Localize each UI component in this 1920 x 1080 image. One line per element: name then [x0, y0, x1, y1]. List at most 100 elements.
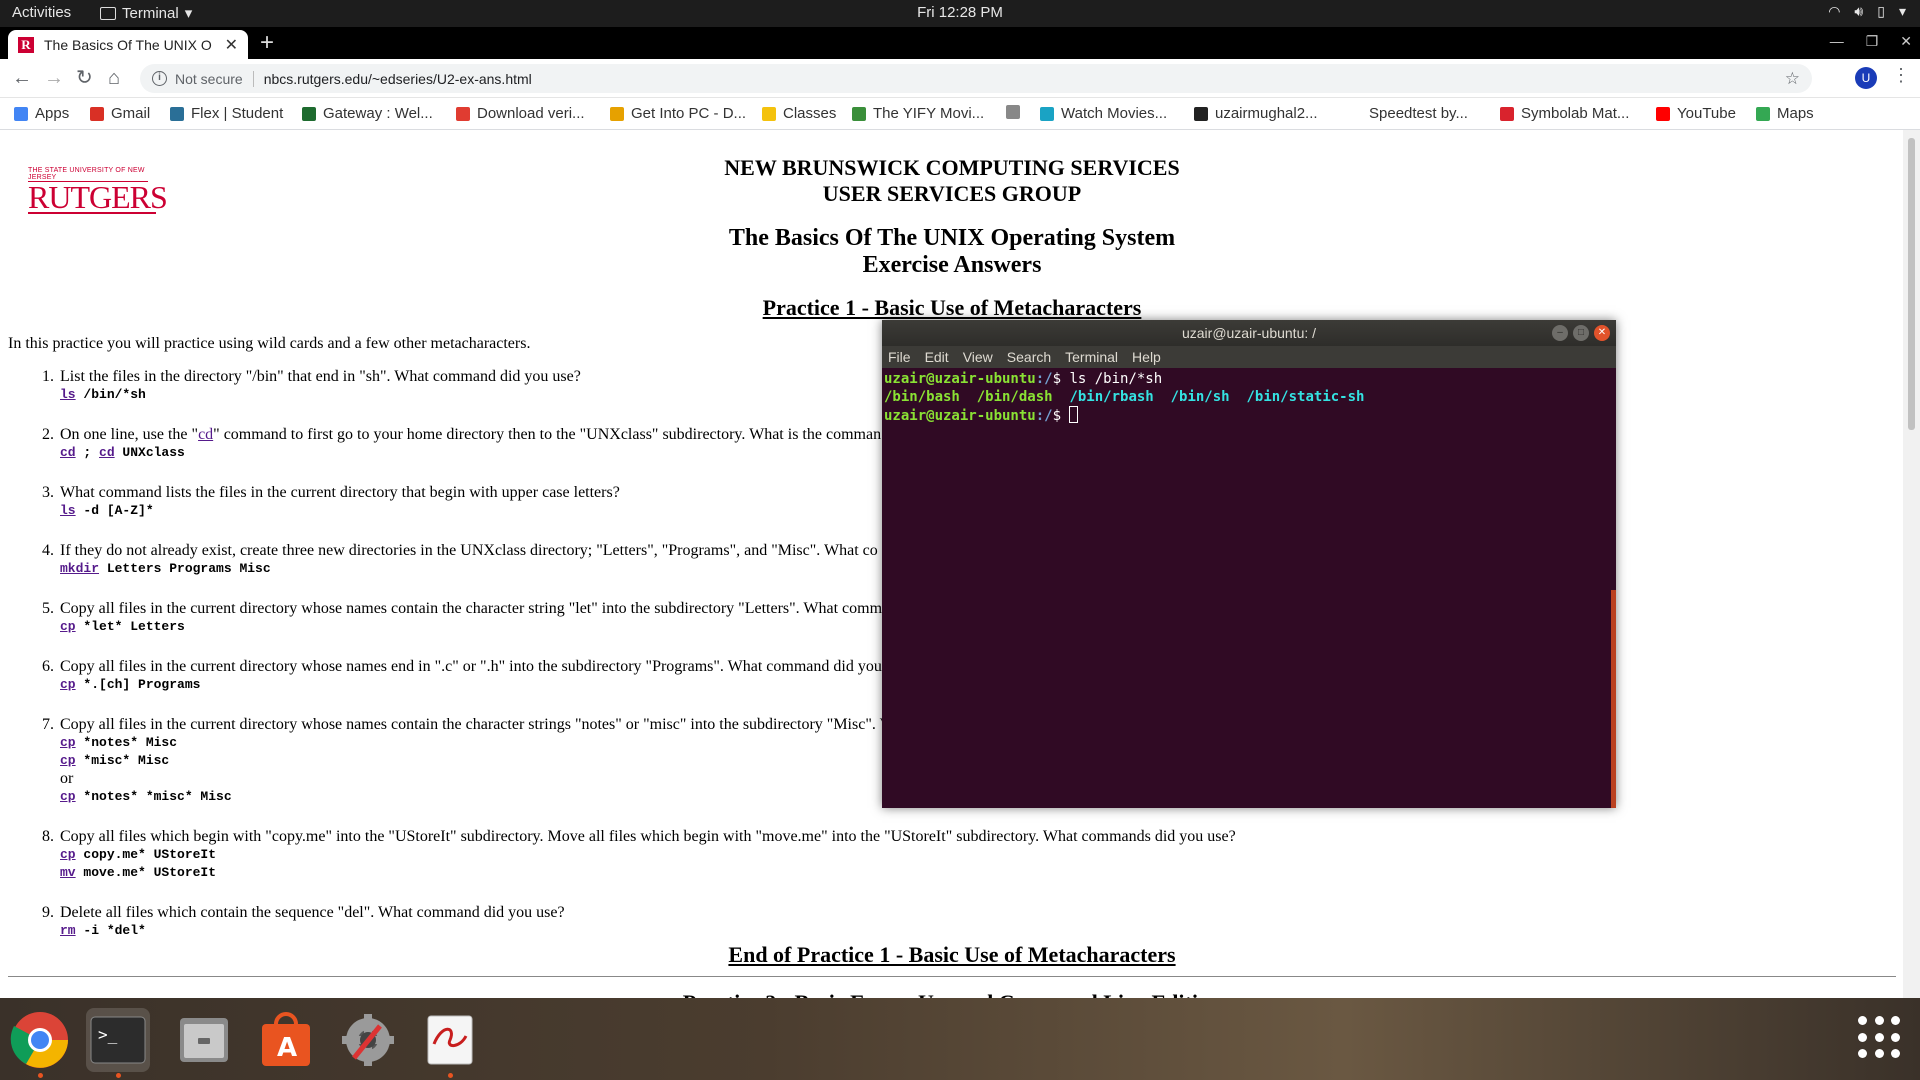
cd-link[interactable]: cd: [99, 445, 115, 460]
rutgers-favicon-icon: R: [18, 36, 34, 53]
minimize-icon[interactable]: –: [1552, 325, 1568, 341]
terminal-command: ls /bin/*sh: [1069, 371, 1163, 387]
mv-link[interactable]: mv: [60, 865, 76, 880]
battery-icon: ▯: [1877, 3, 1885, 19]
bookmark-gmail[interactable]: Gmail: [90, 105, 150, 122]
folder-icon: [762, 106, 776, 121]
volume-icon: 🔊︎: [1854, 3, 1864, 19]
bookmark-yify[interactable]: The YIFY Movi...: [852, 105, 984, 122]
answer-command: cp copy.me* UStoreIt: [60, 847, 217, 862]
menu-terminal[interactable]: Terminal: [1065, 346, 1118, 368]
back-icon[interactable]: ←: [12, 66, 32, 90]
close-window-icon[interactable]: ✕: [1900, 33, 1912, 50]
text-cursor: [1069, 406, 1079, 423]
ls-link[interactable]: ls: [60, 503, 76, 518]
mkdir-link[interactable]: mkdir: [60, 561, 99, 576]
bookmark-download[interactable]: Download veri...: [456, 105, 585, 122]
terminal-app-icon: [100, 6, 116, 20]
cd-link[interactable]: cd: [60, 445, 76, 460]
url-text[interactable]: nbcs.rutgers.edu/~edseries/U2-ex-ans.htm…: [264, 71, 1785, 87]
files-icon[interactable]: [172, 1008, 236, 1072]
practice-heading: Practice 1 - Basic Use of Metacharacters: [762, 295, 1142, 320]
bookmark-getintopc[interactable]: Get Into PC - D...: [610, 105, 746, 122]
divider: [252, 70, 254, 87]
new-tab-button[interactable]: +: [260, 31, 274, 55]
terminal-window[interactable]: uzair@uzair-ubuntu: / – □ ✕ File Edit Vi…: [882, 320, 1616, 808]
bookmark-youtube[interactable]: YouTube: [1656, 105, 1736, 122]
bookmark-gateway[interactable]: Gateway : Wel...: [302, 105, 433, 122]
divider: [8, 976, 1896, 977]
bookmark-maps[interactable]: Maps: [1756, 105, 1814, 122]
settings-icon[interactable]: [336, 1008, 400, 1072]
bookmark-unnamed[interactable]: [1006, 105, 1020, 119]
profile-avatar[interactable]: U: [1855, 67, 1877, 89]
tab-title: The Basics Of The UNIX O: [44, 36, 212, 53]
running-indicator: [38, 1073, 43, 1078]
activities-button[interactable]: Activities: [12, 4, 71, 21]
wifi-icon: ◠: [1828, 3, 1841, 19]
gnome-top-bar: Activities Terminal ▾ Fri 12:28 PM ◠ 🔊︎ …: [0, 0, 1920, 27]
rm-link[interactable]: rm: [60, 923, 76, 938]
terminal-icon[interactable]: >_: [86, 1008, 150, 1078]
menu-view[interactable]: View: [963, 346, 993, 368]
bookmark-flex[interactable]: Flex | Student: [170, 105, 283, 122]
address-bar[interactable]: i Not secure nbcs.rutgers.edu/~edseries/…: [140, 64, 1812, 93]
browser-tab[interactable]: R The Basics Of The UNIX O ✕: [8, 30, 248, 59]
terminal-scrollbar[interactable]: [1611, 590, 1616, 808]
reload-icon[interactable]: ↻: [76, 66, 93, 90]
bookmark-symbolab[interactable]: Symbolab Mat...: [1500, 105, 1629, 122]
cp-link[interactable]: cp: [60, 847, 76, 862]
cp-link[interactable]: cp: [60, 789, 76, 804]
symbolab-icon: [1500, 106, 1514, 121]
close-icon[interactable]: ✕: [1594, 325, 1610, 341]
apps-grid-icon: [14, 106, 28, 121]
home-icon[interactable]: ⌂: [108, 66, 120, 90]
list-item: 8. Copy all files which begin with "copy…: [42, 828, 1860, 882]
browser-toolbar: ← → ↻ ⌂ i Not secure nbcs.rutgers.edu/~e…: [0, 59, 1920, 98]
bookmark-speedtest[interactable]: Speedtest by...: [1348, 105, 1468, 122]
ls-link[interactable]: ls: [60, 387, 76, 402]
forward-icon[interactable]: →: [44, 66, 64, 90]
menu-help[interactable]: Help: [1132, 346, 1161, 368]
terminal-output[interactable]: uzair@uzair-ubuntu:/$ ls /bin/*sh /bin/b…: [882, 368, 1616, 427]
maximize-icon[interactable]: □: [1573, 325, 1589, 341]
chrome-icon[interactable]: [8, 1008, 72, 1078]
scrollbar-thumb[interactable]: [1908, 138, 1915, 430]
terminal-line: uzair@uzair-ubuntu:/$ ls /bin/*sh: [884, 371, 1163, 387]
app-menu[interactable]: Terminal ▾: [100, 4, 192, 22]
bookmark-apps[interactable]: Apps: [14, 105, 69, 122]
page-title: The Basics Of The UNIX Operating System …: [728, 225, 1176, 278]
gmail-icon: [90, 106, 104, 121]
restore-icon[interactable]: ❐: [1866, 33, 1879, 50]
cp-link[interactable]: cp: [60, 753, 76, 768]
bookmark-star-icon[interactable]: ☆: [1785, 69, 1800, 89]
more-menu-icon[interactable]: ⋮: [1892, 65, 1910, 86]
terminal-titlebar[interactable]: uzair@uzair-ubuntu: / – □ ✕: [882, 320, 1616, 346]
minimize-icon[interactable]: —: [1830, 33, 1844, 50]
menu-file[interactable]: File: [888, 346, 911, 368]
clock[interactable]: Fri 12:28 PM: [917, 4, 1003, 21]
text-editor-icon[interactable]: [418, 1008, 482, 1078]
bookmark-github[interactable]: uzairmughal2...: [1194, 105, 1318, 122]
running-indicator: [448, 1073, 453, 1078]
bookmark-watch-movies[interactable]: Watch Movies...: [1040, 105, 1167, 122]
bookmark-classes[interactable]: Classes: [762, 105, 836, 122]
system-tray[interactable]: ◠ 🔊︎ ▯ ▾: [1828, 3, 1906, 20]
cp-link[interactable]: cp: [60, 677, 76, 692]
cd-link[interactable]: cd: [198, 426, 213, 443]
cp-link[interactable]: cp: [60, 619, 76, 634]
download-icon: [456, 106, 470, 121]
github-icon: [1194, 106, 1208, 121]
next-heading: Practice 2 - Basic Emacs Use and Command…: [0, 990, 1904, 998]
show-applications-button[interactable]: [1858, 1016, 1902, 1060]
tab-strip: R The Basics Of The UNIX O ✕ + — ❐ ✕: [0, 27, 1920, 59]
info-icon[interactable]: i: [152, 71, 167, 86]
maps-icon: [1756, 106, 1770, 121]
cp-link[interactable]: cp: [60, 735, 76, 750]
menu-edit[interactable]: Edit: [925, 346, 949, 368]
close-tab-icon[interactable]: ✕: [225, 35, 238, 55]
speedtest-icon: [1348, 106, 1362, 121]
page-scrollbar[interactable]: [1903, 130, 1920, 998]
software-center-icon[interactable]: A: [254, 1008, 318, 1072]
menu-search[interactable]: Search: [1007, 346, 1051, 368]
